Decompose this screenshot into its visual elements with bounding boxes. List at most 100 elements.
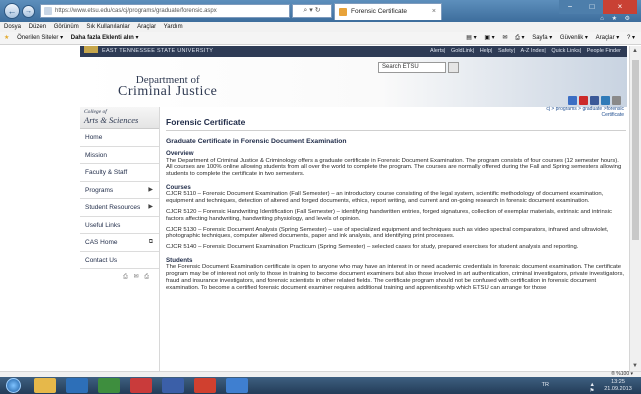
maximize-button[interactable]: □ bbox=[581, 0, 603, 14]
page-title: Forensic Certificate bbox=[166, 117, 626, 131]
safety-menu[interactable]: Güvenlik ▾ bbox=[560, 35, 588, 41]
print-command[interactable]: ⎙ ▾ bbox=[515, 35, 524, 41]
chevron-right-icon: ▶ bbox=[148, 186, 153, 193]
search-input[interactable]: Search ETSU bbox=[378, 62, 446, 73]
network-taskbar-icon[interactable] bbox=[162, 378, 184, 393]
share-icon[interactable] bbox=[568, 96, 577, 105]
browser-tab[interactable]: Forensic Certificate × bbox=[334, 3, 442, 20]
top-link-goldlink[interactable]: GoldLink bbox=[451, 48, 473, 54]
chrome-taskbar-icon[interactable] bbox=[130, 378, 152, 393]
tab-favicon bbox=[339, 8, 347, 16]
tab-close-icon[interactable]: × bbox=[432, 4, 436, 20]
web-page: EAST TENNESSEE STATE UNIVERSITY Alerts| … bbox=[0, 46, 629, 371]
suggested-sites-link[interactable]: Önerilen Siteler ▾ bbox=[17, 35, 63, 41]
page-subtitle: Graduate Certificate in Forensic Documen… bbox=[166, 138, 347, 145]
top-link-safety[interactable]: Safety bbox=[498, 48, 514, 54]
home-command[interactable]: ▤ ▾ bbox=[466, 35, 476, 41]
course-5120: CJCR 5120 – Forensic Handwriting Identif… bbox=[166, 208, 612, 222]
flickr-icon[interactable] bbox=[601, 96, 610, 105]
nav-item-home[interactable]: Home bbox=[80, 129, 159, 147]
course-5140: CJCR 5140 – Forensic Document Examinatio… bbox=[166, 244, 579, 251]
nav-item-faculty-staff[interactable]: Faculty & Staff bbox=[80, 164, 159, 182]
page-icon bbox=[44, 7, 52, 15]
college-logo[interactable]: College of Arts & Sciences bbox=[80, 107, 159, 129]
get-addons-link[interactable]: Daha fazla Eklenti alın ▾ bbox=[71, 35, 139, 41]
overview-text: The Department of Criminal Justice & Cri… bbox=[166, 157, 622, 178]
ie-taskbar-icon[interactable] bbox=[66, 378, 88, 393]
department-banner: Department of Criminal Justice Search ET… bbox=[80, 57, 627, 107]
breadcrumb[interactable]: cj > programs > graduate >forensic Certi… bbox=[166, 106, 626, 117]
rss-icon[interactable] bbox=[612, 96, 621, 105]
course-5110: CJCR 5110 – Forensic Document Examinatio… bbox=[166, 191, 604, 205]
address-url: https://www.etsu.edu/cas/cj/programs/gra… bbox=[55, 8, 217, 14]
scrollbar-thumb[interactable] bbox=[632, 60, 639, 240]
facebook-icon[interactable] bbox=[590, 96, 599, 105]
top-link-az-index[interactable]: A-Z Index bbox=[521, 48, 545, 54]
left-navigation: College of Arts & Sciences Home Mission … bbox=[80, 107, 160, 371]
tab-title: Forensic Certificate bbox=[351, 8, 407, 15]
forward-button[interactable]: → bbox=[22, 5, 35, 18]
help-menu[interactable]: ? ▾ bbox=[627, 35, 635, 41]
tray-icons[interactable]: ▲ ⚑ ▮ ◂ ◀ bbox=[590, 382, 597, 394]
acrobat-taskbar-icon[interactable] bbox=[194, 378, 216, 393]
students-text: The Forensic Document Examination certif… bbox=[166, 264, 625, 291]
favorites-star-icon[interactable]: ★ bbox=[4, 35, 9, 41]
nav-item-useful-links[interactable]: Useful Links bbox=[80, 217, 159, 234]
top-link-people-finder[interactable]: People Finder bbox=[587, 48, 621, 54]
university-bar: EAST TENNESSEE STATE UNIVERSITY Alerts| … bbox=[80, 46, 627, 57]
students-heading: Students bbox=[166, 256, 193, 264]
menu-view[interactable]: Görünüm bbox=[54, 24, 79, 30]
windows-taskbar: TR ▲ ⚑ ▮ ◂ ◀ 13:25 21.09.2013 bbox=[0, 377, 641, 394]
browser-titlebar: ← → https://www.etsu.edu/cas/cj/programs… bbox=[0, 0, 641, 22]
search-button[interactable] bbox=[448, 62, 459, 73]
course-5130: CJCR 5130 – Forensic Document Analysis (… bbox=[166, 226, 609, 240]
address-bar[interactable]: https://www.etsu.edu/cas/cj/programs/gra… bbox=[40, 4, 290, 18]
clock[interactable]: 13:25 21.09.2013 bbox=[601, 379, 635, 392]
menu-edit[interactable]: Düzen bbox=[29, 24, 46, 30]
language-indicator[interactable]: TR bbox=[542, 382, 549, 388]
nav-item-student-resources[interactable]: Student Resources ▶ bbox=[80, 199, 159, 217]
vertical-scrollbar[interactable]: ▲ ▼ bbox=[629, 46, 641, 371]
nav-item-contact-us[interactable]: Contact Us bbox=[80, 252, 159, 269]
favorites-bar: ★ Önerilen Siteler ▾ Daha fazla Eklenti … bbox=[0, 32, 641, 45]
scroll-down-icon[interactable]: ▼ bbox=[632, 363, 638, 369]
department-line2: Criminal Justice bbox=[118, 84, 218, 99]
word-taskbar-icon[interactable] bbox=[226, 378, 248, 393]
top-links: Alerts| GoldLink| Help| Safety| A-Z Inde… bbox=[429, 48, 621, 54]
feeds-command[interactable]: ▣ ▾ bbox=[484, 35, 494, 41]
address-tools[interactable]: ⌕ ▾ ↻ bbox=[292, 4, 332, 18]
top-link-alerts[interactable]: Alerts bbox=[430, 48, 444, 54]
tools-menu[interactable]: Araçlar ▾ bbox=[596, 35, 620, 41]
page-menu[interactable]: Sayfa ▾ bbox=[532, 35, 552, 41]
department-title[interactable]: Department of Criminal Justice bbox=[118, 74, 218, 99]
menu-help[interactable]: Yardım bbox=[164, 24, 183, 30]
top-link-help[interactable]: Help bbox=[480, 48, 491, 54]
page-tools-icons[interactable]: ⎙ ✉ ⎙ bbox=[80, 269, 159, 285]
start-button[interactable] bbox=[6, 378, 21, 393]
etsu-site: EAST TENNESSEE STATE UNIVERSITY Alerts| … bbox=[80, 46, 627, 371]
toolbar-icons[interactable]: ⌂ ★ ⚙ bbox=[600, 15, 633, 22]
back-button[interactable]: ← bbox=[4, 3, 20, 19]
scroll-up-icon[interactable]: ▲ bbox=[632, 48, 638, 54]
minimize-button[interactable]: − bbox=[559, 0, 581, 14]
social-icons bbox=[566, 96, 621, 105]
top-link-quick-links[interactable]: Quick Links bbox=[551, 48, 579, 54]
college-line2: Arts & Sciences bbox=[84, 115, 139, 125]
university-name[interactable]: EAST TENNESSEE STATE UNIVERSITY bbox=[84, 46, 213, 57]
etsu-logo-icon bbox=[84, 46, 98, 53]
mail-command[interactable]: ✉ bbox=[502, 35, 507, 41]
explorer-taskbar-icon[interactable] bbox=[34, 378, 56, 393]
menu-tools[interactable]: Araçlar bbox=[137, 24, 156, 30]
menu-favorites[interactable]: Sık Kullanılanlar bbox=[86, 24, 129, 30]
nav-item-programs[interactable]: Programs ▶ bbox=[80, 182, 159, 199]
youtube-icon[interactable] bbox=[579, 96, 588, 105]
chevron-right-icon: ▶ bbox=[148, 204, 153, 210]
media-taskbar-icon[interactable] bbox=[98, 378, 120, 393]
close-button[interactable]: × bbox=[603, 0, 637, 14]
overview-heading: Overview bbox=[166, 150, 194, 157]
menu-file[interactable]: Dosya bbox=[4, 24, 21, 30]
nav-item-cas-home[interactable]: CAS Home ⧉ bbox=[80, 234, 159, 252]
nav-item-mission[interactable]: Mission bbox=[80, 147, 159, 164]
window-controls: − □ × bbox=[559, 0, 637, 14]
menu-bar: Dosya Düzen Görünüm Sık Kullanılanlar Ar… bbox=[0, 22, 641, 32]
